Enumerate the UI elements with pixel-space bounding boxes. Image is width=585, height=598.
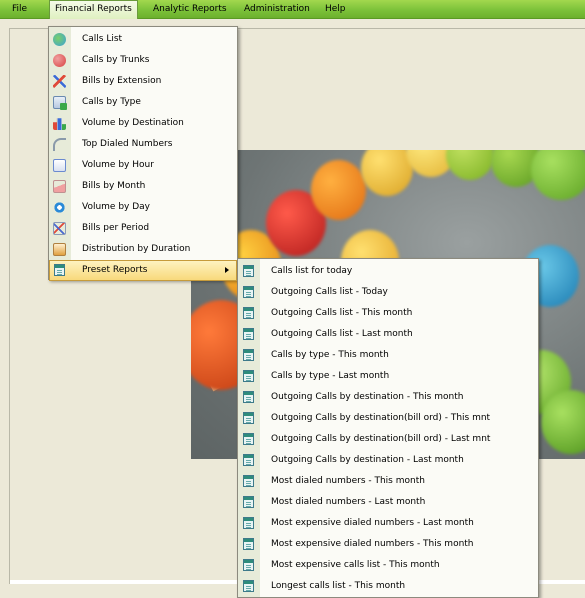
menu-item-label: Distribution by Duration: [82, 244, 191, 254]
menu-item-volume-by-day[interactable]: Volume by Day: [49, 197, 237, 218]
window-icon: [243, 349, 254, 361]
preset-report-label: Longest calls list - This month: [271, 581, 406, 591]
area-chart-icon: [53, 180, 66, 193]
menu-administration[interactable]: Administration: [239, 0, 315, 18]
preset-report-label: Calls list for today: [271, 266, 353, 276]
preset-report-item[interactable]: Longest calls list - This month: [238, 576, 538, 597]
gradient-chart-icon: [53, 243, 66, 256]
preset-report-item[interactable]: Outgoing Calls by destination(bill ord) …: [238, 408, 538, 429]
menu-item-label: Volume by Destination: [82, 118, 184, 128]
menu-item-volume-by-hour[interactable]: Volume by Hour: [49, 155, 237, 176]
window-icon: [243, 454, 254, 466]
preset-report-item[interactable]: Outgoing Calls list - Today: [238, 282, 538, 303]
menu-item-label: Calls by Trunks: [82, 55, 150, 65]
menu-item-label: Calls List: [82, 34, 123, 44]
financial-reports-menu: Calls List Calls by Trunks Bills by Exte…: [48, 26, 238, 281]
bar-chart-icon: [53, 118, 66, 130]
preset-report-label: Outgoing Calls by destination(bill ord) …: [271, 434, 491, 444]
window-icon: [243, 286, 254, 298]
menu-item-label: Bills by Extension: [82, 76, 162, 86]
preset-report-item[interactable]: Most expensive calls list - This month: [238, 555, 538, 576]
menu-item-label: Preset Reports: [82, 265, 148, 275]
abacus-bead: [531, 150, 585, 200]
menu-item-bills-per-period[interactable]: Bills per Period: [49, 218, 237, 239]
window-icon: [243, 433, 254, 445]
document-chart-icon: [53, 159, 66, 172]
abacus-bead: [361, 150, 413, 196]
menu-item-calls-by-type[interactable]: Calls by Type: [49, 92, 237, 113]
preset-report-label: Outgoing Calls list - Today: [271, 287, 388, 297]
preset-report-label: Calls by type - Last month: [271, 371, 390, 381]
window-icon: [243, 517, 254, 529]
window-icon: [243, 370, 254, 382]
preset-report-item[interactable]: Most expensive dialed numbers - Last mon…: [238, 513, 538, 534]
preset-report-item[interactable]: Most dialed numbers - This month: [238, 471, 538, 492]
preset-report-label: Most expensive dialed numbers - Last mon…: [271, 518, 474, 528]
menu-item-label: Calls by Type: [82, 97, 141, 107]
menu-help[interactable]: Help: [320, 0, 351, 18]
preset-report-label: Calls by type - This month: [271, 350, 389, 360]
window-icon: [243, 307, 254, 319]
preset-report-label: Outgoing Calls list - Last month: [271, 329, 413, 339]
menu-item-distribution-by-duration[interactable]: Distribution by Duration: [49, 239, 237, 260]
abacus-bead: [311, 160, 366, 220]
submenu-arrow-icon: [225, 267, 229, 273]
menu-analytic-reports[interactable]: Analytic Reports: [148, 0, 232, 18]
preset-report-item[interactable]: Most dialed numbers - Last month: [238, 492, 538, 513]
menu-item-label: Volume by Hour: [82, 160, 154, 170]
menu-item-label: Bills by Month: [82, 181, 146, 191]
preset-reports-submenu: Calls list for today Outgoing Calls list …: [237, 258, 539, 598]
preset-report-item[interactable]: Outgoing Calls by destination(bill ord) …: [238, 429, 538, 450]
preset-report-item[interactable]: Outgoing Calls by destination - This mon…: [238, 387, 538, 408]
preset-report-item[interactable]: Calls by type - Last month: [238, 366, 538, 387]
preset-report-label: Most expensive dialed numbers - This mon…: [271, 539, 474, 549]
menu-item-label: Bills per Period: [82, 223, 150, 233]
preset-report-label: Most expensive calls list - This month: [271, 560, 440, 570]
preset-report-label: Most dialed numbers - This month: [271, 476, 425, 486]
preset-report-label: Outgoing Calls by destination - Last mon…: [271, 455, 464, 465]
menu-item-preset-reports[interactable]: Preset Reports: [49, 260, 237, 281]
preset-report-item[interactable]: Outgoing Calls list - This month: [238, 303, 538, 324]
preset-report-label: Outgoing Calls by destination(bill ord) …: [271, 413, 491, 423]
window-icon: [243, 538, 254, 550]
menu-item-calls-list[interactable]: Calls List: [49, 29, 237, 50]
preset-report-item[interactable]: Calls list for today: [238, 261, 538, 282]
menu-item-top-dialed-numbers[interactable]: Top Dialed Numbers: [49, 134, 237, 155]
menu-bar: File Financial Reports Analytic Reports …: [0, 0, 585, 19]
window-icon: [243, 559, 254, 571]
window-icon: [243, 580, 254, 592]
preset-report-item[interactable]: Most expensive dialed numbers - This mon…: [238, 534, 538, 555]
menu-item-bills-by-month[interactable]: Bills by Month: [49, 176, 237, 197]
window-icon: [243, 391, 254, 403]
preset-report-item[interactable]: Calls by type - This month: [238, 345, 538, 366]
window-icon: [243, 265, 254, 277]
preset-reports-list: Calls list for today Outgoing Calls list …: [238, 261, 538, 597]
window-icon: [243, 496, 254, 508]
abacus-bead: [446, 150, 494, 180]
window-icon: [243, 328, 254, 340]
preset-report-label: Outgoing Calls by destination - This mon…: [271, 392, 464, 402]
preset-report-label: Most dialed numbers - Last month: [271, 497, 426, 507]
window-icon: [243, 475, 254, 487]
preset-report-label: Outgoing Calls list - This month: [271, 308, 413, 318]
window-icon: [54, 264, 65, 276]
preset-report-item[interactable]: Outgoing Calls list - Last month: [238, 324, 538, 345]
pie-chart-icon: [53, 33, 66, 46]
document-arrow-icon: [53, 96, 67, 110]
menu-financial-reports[interactable]: Financial Reports: [49, 0, 138, 19]
menu-item-calls-by-trunks[interactable]: Calls by Trunks: [49, 50, 237, 71]
menu-item-bills-by-extension[interactable]: Bills by Extension: [49, 71, 237, 92]
menu-file[interactable]: File: [7, 0, 32, 18]
arrows-icon: [53, 201, 66, 214]
menu-item-volume-by-destination[interactable]: Volume by Destination: [49, 113, 237, 134]
zigzag-chart-icon: [53, 222, 66, 235]
menu-item-label: Top Dialed Numbers: [82, 139, 173, 149]
line-graph-icon: [53, 75, 66, 88]
window-icon: [243, 412, 254, 424]
curve-chart-icon: [53, 138, 66, 151]
stacked-discs-icon: [53, 54, 66, 67]
preset-report-item[interactable]: Outgoing Calls by destination - Last mon…: [238, 450, 538, 471]
menu-item-label: Volume by Day: [82, 202, 151, 212]
